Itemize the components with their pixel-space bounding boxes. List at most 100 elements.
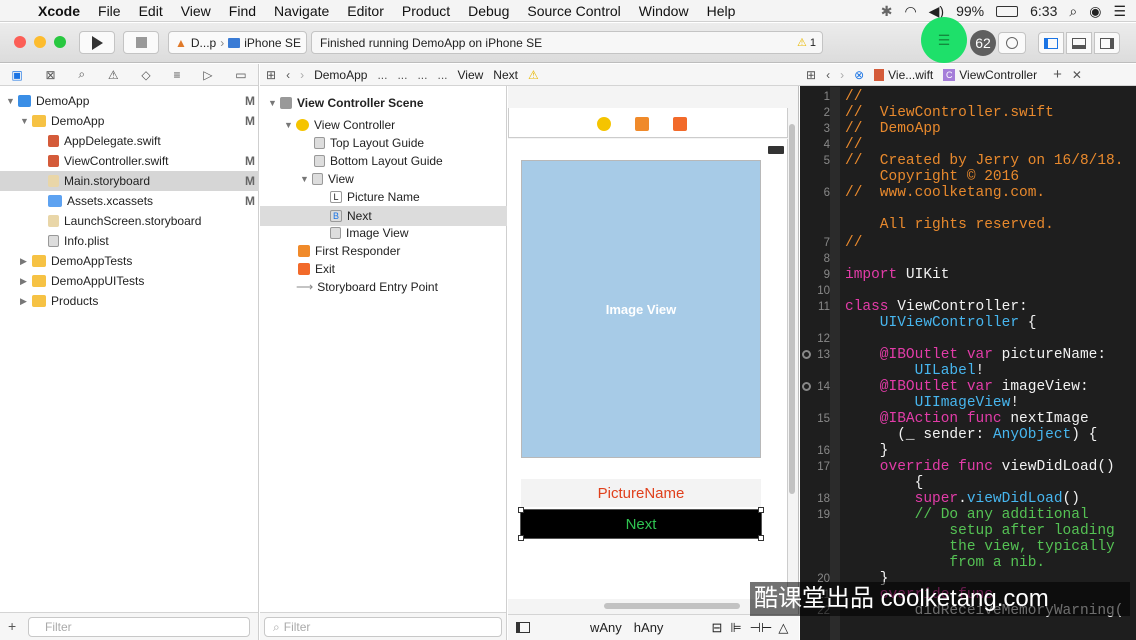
horizontal-scrollbar[interactable]: [604, 603, 740, 609]
assistant-editor-button[interactable]: ☰: [921, 17, 967, 63]
jump-bar-crumb[interactable]: ...: [397, 68, 407, 82]
vertical-scrollbar[interactable]: [789, 124, 795, 494]
warning-indicator[interactable]: ⚠ 1: [797, 36, 816, 50]
editor-crumb-symbol[interactable]: ViewController: [959, 68, 1037, 82]
menu-editor[interactable]: Editor: [347, 3, 384, 19]
issue-count-badge[interactable]: 62: [970, 30, 996, 56]
utilities-toggle-button[interactable]: [1094, 32, 1120, 54]
jump-bar-crumb[interactable]: ...: [417, 68, 427, 82]
code-line[interactable]: the view, typically: [845, 539, 1114, 555]
tree-row-group[interactable]: ▶ DemoAppUITests: [20, 271, 259, 291]
menu-file[interactable]: File: [98, 3, 121, 19]
align-icon[interactable]: ⊫: [730, 620, 741, 636]
code-line[interactable]: @IBOutlet var imageView:: [845, 379, 1089, 395]
battery-percent[interactable]: 99%: [956, 3, 984, 19]
test-navigator-icon[interactable]: ◇: [141, 68, 150, 82]
code-line[interactable]: from a nib.: [845, 555, 1045, 571]
disclosure-collapsed-icon[interactable]: ▶: [20, 276, 32, 287]
outline-item[interactable]: First Responder: [298, 241, 400, 261]
code-line[interactable]: super.viewDidLoad(): [845, 491, 1080, 507]
picture-name-label[interactable]: PictureName: [521, 479, 761, 507]
close-window-button[interactable]: [14, 36, 26, 48]
symbol-navigator-icon[interactable]: ⊠: [46, 68, 56, 82]
menu-product[interactable]: Product: [402, 3, 450, 19]
wifi-icon[interactable]: ◠: [904, 3, 916, 20]
code-line[interactable]: @IBOutlet var pictureName:: [845, 347, 1106, 363]
jump-bar-crumb[interactable]: ...: [377, 68, 387, 82]
outline-item[interactable]: Top Layout Guide: [314, 133, 424, 153]
code-line[interactable]: // ViewController.swift: [845, 105, 1054, 121]
clock[interactable]: 6:33: [1030, 3, 1057, 19]
resolve-icon[interactable]: △: [778, 620, 788, 636]
menu-edit[interactable]: Edit: [139, 3, 163, 19]
run-button[interactable]: [79, 31, 115, 54]
spotlight-icon[interactable]: ⌕: [1069, 3, 1077, 20]
scheme-selector[interactable]: ▲ D...p › iPhone SE: [168, 31, 307, 54]
tree-row-group[interactable]: ▼ DemoApp M: [20, 111, 259, 131]
zoom-window-button[interactable]: [54, 36, 66, 48]
menu-window[interactable]: Window: [639, 3, 689, 19]
disclosure-collapsed-icon[interactable]: ▶: [20, 256, 32, 267]
image-view[interactable]: Image View: [521, 160, 761, 458]
disclosure-expanded-icon[interactable]: ▼: [300, 174, 312, 184]
next-button[interactable]: Next: [520, 509, 762, 539]
tree-row-group[interactable]: ▶ DemoAppTests: [20, 251, 259, 271]
code-line[interactable]: // Do any additional: [845, 507, 1089, 523]
tree-row-file[interactable]: ViewController.swift M: [48, 151, 259, 171]
outline-item[interactable]: ⟶ Storyboard Entry Point: [296, 277, 438, 297]
add-icon[interactable]: +: [8, 618, 16, 634]
menu-find[interactable]: Find: [229, 3, 256, 19]
disclosure-collapsed-icon[interactable]: ▶: [20, 296, 32, 307]
size-class-width[interactable]: wAny: [590, 620, 622, 635]
disclosure-expanded-icon[interactable]: ▼: [20, 116, 32, 126]
code-line[interactable]: Copyright © 2016: [845, 169, 1019, 185]
code-line[interactable]: @IBAction func nextImage: [845, 411, 1089, 427]
tree-row-file[interactable]: Assets.xcassets M: [48, 191, 259, 211]
menu-view[interactable]: View: [181, 3, 211, 19]
tree-row-file[interactable]: LaunchScreen.storyboard: [48, 211, 259, 231]
back-icon[interactable]: ‹: [286, 68, 290, 82]
tree-row-group[interactable]: ▶ Products: [20, 291, 259, 311]
debug-area-toggle-button[interactable]: [1066, 32, 1092, 54]
jump-bar-crumb[interactable]: Next: [493, 68, 518, 82]
resize-handle[interactable]: [758, 507, 764, 513]
code-line[interactable]: // DemoApp: [845, 121, 941, 137]
version-editor-button[interactable]: [998, 32, 1026, 54]
code-area[interactable]: 1 // 2 // ViewController.swift 3 // DemoApp 4 /…: [800, 87, 1136, 640]
outline-item[interactable]: Bottom Layout Guide: [314, 151, 443, 171]
outline-item[interactable]: L Picture Name: [330, 187, 420, 207]
pin-icon[interactable]: ⊣⊢: [750, 620, 773, 636]
code-line[interactable]: (_ sender: AnyObject) {: [845, 427, 1097, 443]
warning-icon[interactable]: ⚠: [528, 68, 539, 82]
menu-source-control[interactable]: Source Control: [527, 3, 620, 19]
resize-handle[interactable]: [758, 535, 764, 541]
code-line[interactable]: //: [845, 89, 862, 105]
disclosure-expanded-icon[interactable]: ▼: [6, 96, 18, 106]
size-class-height[interactable]: hAny: [634, 620, 664, 635]
outline-item[interactable]: ▼ View: [300, 169, 354, 189]
related-items-icon[interactable]: ⊞: [806, 68, 816, 82]
disclosure-expanded-icon[interactable]: ▼: [268, 98, 280, 108]
outline-filter-field[interactable]: ⌕ Filter: [264, 617, 502, 637]
jump-bar-crumb[interactable]: ...: [437, 68, 447, 82]
report-navigator-icon[interactable]: ▭: [235, 68, 246, 82]
jump-bar-crumb[interactable]: DemoApp: [314, 68, 367, 82]
notification-center-icon[interactable]: ☰: [1113, 3, 1126, 20]
code-line[interactable]: //: [845, 235, 862, 251]
tree-row-file-selected[interactable]: Main.storyboard M: [0, 171, 259, 191]
add-editor-icon[interactable]: +: [1053, 66, 1062, 83]
tree-row-file[interactable]: AppDelegate.swift: [48, 131, 259, 151]
close-editor-icon[interactable]: ✕: [1072, 68, 1082, 82]
code-line[interactable]: }: [845, 443, 889, 459]
jump-bar-crumb[interactable]: View: [458, 68, 484, 82]
stack-icon[interactable]: ⊟: [711, 620, 722, 636]
minimize-window-button[interactable]: [34, 36, 46, 48]
code-line[interactable]: {: [845, 475, 924, 491]
outline-scene[interactable]: ▼ View Controller Scene: [268, 93, 424, 113]
code-line[interactable]: setup after loading: [845, 523, 1114, 539]
resize-handle[interactable]: [518, 507, 524, 513]
code-line[interactable]: import UIKit: [845, 267, 949, 283]
bluetooth-icon[interactable]: ✱: [881, 3, 893, 20]
code-line[interactable]: UILabel!: [845, 363, 985, 379]
menu-navigate[interactable]: Navigate: [274, 3, 329, 19]
